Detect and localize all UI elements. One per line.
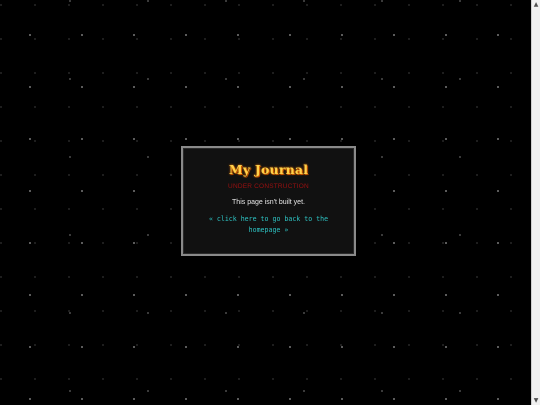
scroll-up-arrow-icon[interactable]: ▲ <box>532 0 540 9</box>
starfield-background: My Journal UNDER CONSTRUCTION This page … <box>0 0 531 405</box>
under-construction-card: My Journal UNDER CONSTRUCTION This page … <box>181 146 356 256</box>
back-to-homepage-link[interactable]: « click here to go back to the homepage … <box>204 214 334 236</box>
info-message: This page isn't built yet. <box>232 199 305 206</box>
status-label: UNDER CONSTRUCTION <box>228 183 309 190</box>
page-title: My Journal <box>228 162 309 177</box>
scroll-down-arrow-icon[interactable]: ▼ <box>532 396 540 405</box>
vertical-scrollbar[interactable]: ▲ ▼ <box>531 0 540 405</box>
